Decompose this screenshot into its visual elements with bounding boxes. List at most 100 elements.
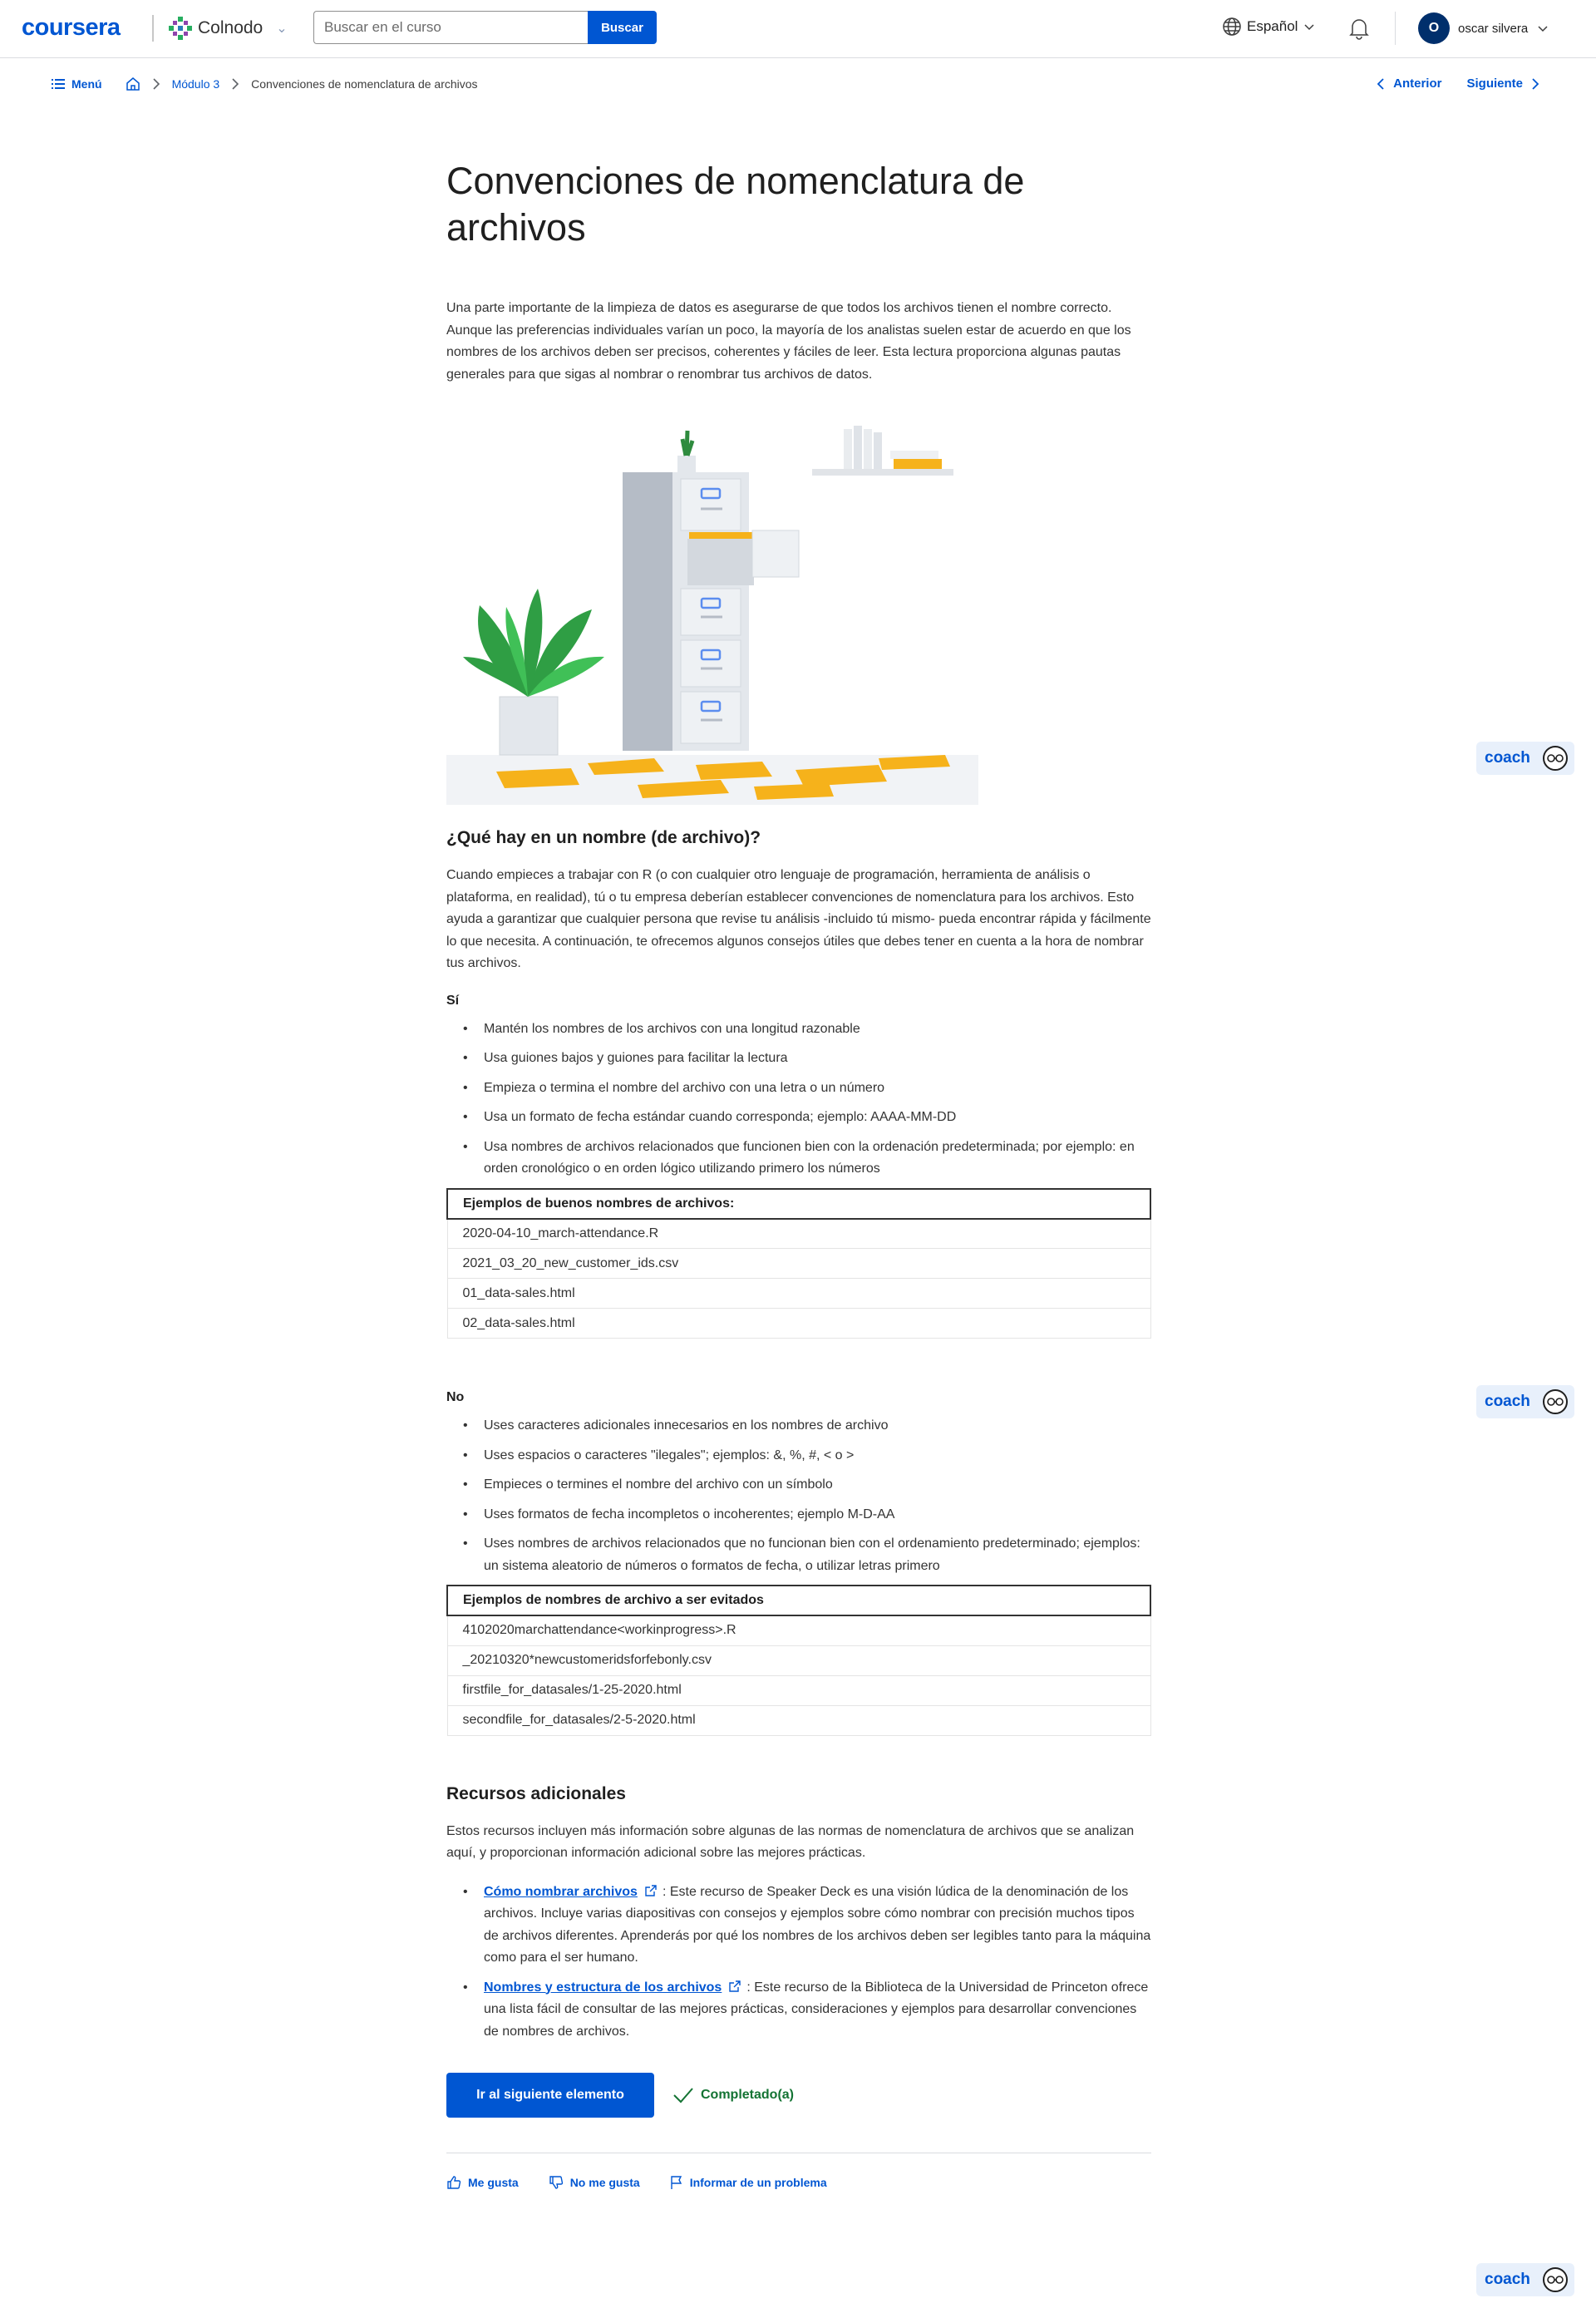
coach-glasses-icon (1543, 1389, 1568, 1414)
like-button[interactable]: Me gusta (446, 2175, 519, 2190)
coach-button[interactable]: coach (1476, 2263, 1574, 2296)
list-item: Uses nombres de archivos relacionados qu… (463, 1533, 1151, 1577)
table-row: firstfile_for_datasales/1-25-2020.html (446, 1674, 1151, 1706)
breadcrumb-module[interactable]: Módulo 3 (172, 77, 220, 91)
notifications-button[interactable] (1348, 17, 1370, 44)
flag-icon (671, 2176, 682, 2189)
list-item: Uses espacios o caracteres "ilegales"; e… (463, 1445, 1151, 1467)
chevron-right-icon (1532, 77, 1539, 90)
resource-link-file-structure[interactable]: Nombres y estructura de los archivos (484, 1980, 722, 1995)
feedback-bar: Me gusta No me gusta Informar de un prob… (446, 2175, 1151, 2190)
table-row: secondfile_for_datasales/2-5-2020.html (446, 1704, 1151, 1736)
resources-intro: Estos recursos incluyen más información … (446, 1823, 1135, 1861)
do-label: Sí (446, 993, 460, 1008)
table-row: 2021_03_20_new_customer_ids.csv (446, 1248, 1151, 1279)
external-link-icon (645, 1884, 657, 1896)
avatar: O (1418, 12, 1450, 44)
chevron-right-icon (232, 78, 239, 90)
coach-button[interactable]: coach (1476, 1385, 1574, 1418)
table-row: 02_data-sales.html (446, 1308, 1151, 1339)
list-item: Empieza o termina el nombre del archivo … (463, 1078, 1151, 1100)
bad-examples-table: Ejemplos de nombres de archivo a ser evi… (446, 1585, 1151, 1736)
dont-label: No (446, 1390, 465, 1404)
previous-button[interactable]: Anterior (1377, 76, 1441, 91)
next-label: Siguiente (1466, 76, 1523, 91)
partner-switcher[interactable]: Colnodo ⌄ (168, 13, 288, 43)
table-header: Ejemplos de nombres de archivo a ser evi… (446, 1585, 1151, 1616)
partner-name: Colnodo (198, 18, 264, 37)
thumbs-up-icon (447, 2176, 461, 2189)
menu-button[interactable]: Menú (52, 77, 102, 91)
report-problem-button[interactable]: Informar de un problema (670, 2175, 827, 2190)
language-selector[interactable]: Español (1222, 17, 1316, 37)
logo-divider (152, 15, 154, 42)
like-label: Me gusta (468, 2176, 519, 2189)
filing-cabinet-illustration (446, 426, 978, 805)
list-item: Cómo nombrar archivos: Este recurso de S… (463, 1882, 1151, 1970)
resource-link-naming-files[interactable]: Cómo nombrar archivos (484, 1885, 638, 1899)
coursera-logo[interactable]: coursera (22, 14, 121, 42)
breadcrumb-current: Convenciones de nomenclatura de archivos (251, 77, 478, 91)
top-header: coursera Colnodo ⌄ Buscar Español O osca… (0, 0, 1596, 58)
list-item: Uses formatos de fecha incompletos o inc… (463, 1504, 1151, 1526)
list-item: Usa un formato de fecha estándar cuando … (463, 1107, 1151, 1129)
thumbs-down-icon (549, 2176, 563, 2189)
list-item: Usa nombres de archivos relacionados que… (463, 1137, 1151, 1181)
table-header-row: Ejemplos de buenos nombres de archivos: (446, 1187, 1151, 1220)
globe-icon (1223, 17, 1241, 36)
search-input[interactable] (313, 11, 588, 44)
user-menu[interactable]: O oscar silvera (1418, 12, 1549, 44)
reading-content: Convenciones de nomenclatura de archivos… (446, 158, 1151, 2190)
chevron-left-icon (1377, 77, 1384, 90)
menu-icon (52, 79, 65, 89)
home-icon[interactable] (126, 76, 140, 91)
list-item: Usa guiones bajos y guiones para facilit… (463, 1048, 1151, 1070)
external-link-icon (729, 1980, 741, 1992)
user-name: oscar silvera (1458, 21, 1529, 36)
dislike-button[interactable]: No me gusta (549, 2175, 640, 2190)
menu-label: Menú (71, 77, 102, 91)
resources-list: Cómo nombrar archivos: Este recurso de S… (463, 1882, 1151, 2044)
table-cell: 4102020marchattendance<workinprogress>.R (446, 1615, 1151, 1646)
section-paragraph: Cuando empieces a trabajar con R (o con … (446, 868, 1151, 970)
chevron-right-icon (152, 78, 160, 90)
table-row: 01_data-sales.html (446, 1278, 1151, 1309)
dont-list: Uses caracteres adicionales innecesarios… (463, 1415, 1151, 1577)
list-item: Mantén los nombres de los archivos con u… (463, 1018, 1151, 1041)
coach-glasses-icon (1543, 746, 1568, 771)
table-header-row: Ejemplos de nombres de archivo a ser evi… (446, 1585, 1151, 1616)
resources-heading: Recursos adicionales (446, 1783, 626, 1803)
colnodo-logo-icon (169, 17, 192, 40)
list-item: Uses caracteres adicionales innecesarios… (463, 1415, 1151, 1438)
intro-paragraph: Una parte importante de la limpieza de d… (446, 301, 1131, 382)
go-to-next-item-button[interactable]: Ir al siguiente elemento (446, 2073, 654, 2118)
do-list: Mantén los nombres de los archivos con u… (463, 1018, 1151, 1181)
table-header: Ejemplos de buenos nombres de archivos: (446, 1187, 1151, 1220)
table-row: _20210320*newcustomeridsforfebonly.csv (446, 1645, 1151, 1676)
check-icon (673, 2088, 693, 2103)
good-examples-table: Ejemplos de buenos nombres de archivos: … (446, 1187, 1151, 1339)
coach-glasses-icon (1543, 2267, 1568, 2292)
header-divider (1395, 12, 1396, 45)
item-navigation: Anterior Siguiente (1377, 76, 1539, 91)
completed-status: Completado(a) (672, 2087, 794, 2103)
chevron-down-icon: ⌄ (276, 22, 288, 36)
coach-button[interactable]: coach (1476, 742, 1574, 775)
coach-label: coach (1485, 2271, 1530, 2288)
completed-label: Completado(a) (701, 2088, 794, 2102)
table-cell: 02_data-sales.html (446, 1308, 1151, 1339)
chevron-down-icon (1304, 24, 1314, 31)
coach-label: coach (1485, 1393, 1530, 1410)
next-button[interactable]: Siguiente (1466, 76, 1539, 91)
bell-icon (1349, 19, 1369, 40)
search-button[interactable]: Buscar (588, 11, 657, 44)
table-row: 4102020marchattendance<workinprogress>.R (446, 1615, 1151, 1646)
chevron-down-icon (1538, 26, 1548, 32)
language-label: Español (1247, 18, 1298, 34)
dislike-label: No me gusta (569, 2176, 640, 2189)
section-heading: ¿Qué hay en un nombre (de archivo)? (446, 828, 761, 847)
list-item: Empieces o termines el nombre del archiv… (463, 1474, 1151, 1497)
table-cell: 2020-04-10_march-attendance.R (446, 1218, 1151, 1249)
list-item: Nombres y estructura de los archivos: Es… (463, 1977, 1151, 2044)
table-row: 2020-04-10_march-attendance.R (446, 1218, 1151, 1249)
